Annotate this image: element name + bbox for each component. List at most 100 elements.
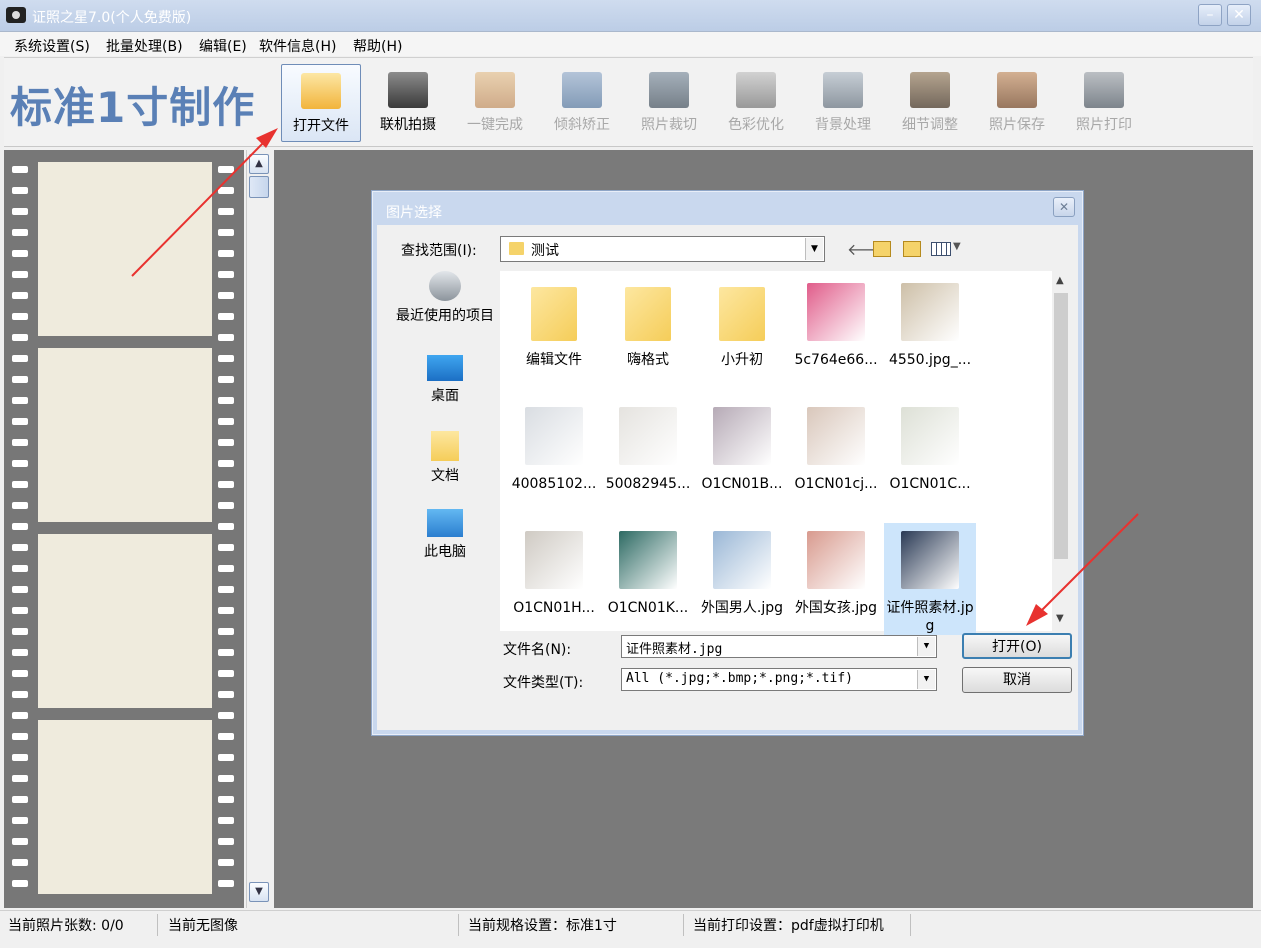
sprocket-hole — [12, 439, 28, 446]
photo-crop-button[interactable]: 照片裁切 — [629, 64, 709, 142]
sprocket-hole — [12, 628, 28, 635]
sprocket-hole — [12, 607, 28, 614]
image-file-item[interactable]: O1CN01C... — [884, 399, 976, 511]
floppy-disk-icon — [997, 72, 1037, 108]
menu-batch-processing[interactable]: 批量处理(B) — [106, 36, 183, 56]
scroll-down-button[interactable]: ▼ — [249, 882, 269, 902]
sprocket-hole — [12, 733, 28, 740]
place-recent[interactable]: 最近使用的项目 — [389, 271, 501, 325]
menu-help[interactable]: 帮助(H) — [353, 36, 402, 56]
sprocket-hole — [12, 271, 28, 278]
close-window-button[interactable]: ✕ — [1227, 4, 1251, 26]
look-in-value: 测试 — [531, 243, 559, 259]
film-frame[interactable] — [38, 534, 212, 708]
image-file-item[interactable]: O1CN01B... — [696, 399, 788, 511]
file-name: 嗨格式 — [627, 352, 669, 368]
menu-system-settings[interactable]: 系统设置(S) — [14, 36, 90, 56]
chevron-down-icon[interactable]: ▼ — [1056, 613, 1064, 624]
sprocket-hole — [218, 649, 234, 656]
image-thumbnail — [807, 407, 865, 465]
sprocket-hole — [12, 796, 28, 803]
chevron-down-icon[interactable]: ▼ — [953, 241, 961, 252]
tool-label: 背景处理 — [815, 117, 871, 133]
camera-capture-button[interactable]: 联机拍摄 — [368, 64, 448, 142]
file-list-scrollbar[interactable]: ▲ ▼ — [1052, 271, 1070, 631]
place-desktop[interactable]: 桌面 — [389, 355, 501, 405]
place-label: 文档 — [431, 468, 459, 484]
chevron-up-icon[interactable]: ▲ — [1056, 275, 1064, 286]
place-this-pc[interactable]: 此电脑 — [389, 509, 501, 561]
chevron-down-icon[interactable]: ▼ — [917, 670, 935, 689]
place-label: 桌面 — [431, 388, 459, 404]
image-file-item[interactable]: 外国女孩.jpg — [790, 523, 882, 635]
sprocket-hole — [12, 754, 28, 761]
detail-adjust-button[interactable]: 细节调整 — [890, 64, 970, 142]
sprocket-hole — [218, 502, 234, 509]
sprocket-hole — [218, 439, 234, 446]
filetype-select[interactable]: All (*.jpg;*.bmp;*.png;*.tif) ▼ — [621, 668, 937, 691]
image-file-item[interactable]: O1CN01H... — [508, 523, 600, 635]
view-menu-icon[interactable] — [931, 242, 951, 256]
scroll-thumb[interactable] — [249, 176, 269, 198]
image-file-item[interactable]: 5c764e66... — [790, 275, 882, 387]
sprocket-hole — [12, 418, 28, 425]
chevron-down-icon[interactable]: ▼ — [917, 637, 935, 656]
sprocket-hole — [218, 628, 234, 635]
one-click-finish-button[interactable]: 一键完成 — [455, 64, 535, 142]
sprocket-hole — [12, 334, 28, 341]
filename-label: 文件名(N): — [503, 642, 572, 658]
open-button[interactable]: 打开(O) — [962, 633, 1072, 659]
file-name: 4550.jpg_... — [888, 352, 972, 368]
scroll-thumb[interactable] — [1054, 293, 1068, 559]
color-optimize-button[interactable]: 色彩优化 — [716, 64, 796, 142]
image-file-item[interactable]: 40085102... — [508, 399, 600, 511]
open-file-button[interactable]: 打开文件 — [281, 64, 361, 142]
place-documents[interactable]: 文档 — [389, 431, 501, 485]
sprocket-hole — [12, 208, 28, 215]
menu-edit[interactable]: 编辑(E) — [199, 36, 247, 56]
sprocket-hole — [218, 250, 234, 257]
tool-label: 色彩优化 — [728, 117, 784, 133]
file-name: 证件照素材.jpg — [886, 600, 974, 634]
mode-title: 标准1寸制作 — [10, 83, 256, 132]
photo-save-button[interactable]: 照片保存 — [977, 64, 1057, 142]
folder-item[interactable]: 编辑文件 — [508, 275, 600, 387]
film-frame[interactable] — [38, 162, 212, 336]
sprocket-hole — [12, 187, 28, 194]
minimize-button[interactable]: – — [1198, 4, 1222, 26]
sprocket-hole — [218, 376, 234, 383]
background-process-button[interactable]: 背景处理 — [803, 64, 883, 142]
look-in-dropdown[interactable]: 测试 ▼ — [500, 236, 825, 262]
image-select-dialog: 图片选择 ✕ 查找范围(I): 测试 ▼ 🡐 ▼ 最近使用的项目 桌面 文档 此… — [371, 190, 1084, 736]
chevron-up-icon: ▲ — [255, 158, 263, 169]
sprocket-hole — [12, 817, 28, 824]
folder-item[interactable]: 小升初 — [696, 275, 788, 387]
image-file-item[interactable]: 证件照素材.jpg — [884, 523, 976, 635]
dialog-close-button[interactable]: ✕ — [1053, 197, 1075, 217]
sprocket-hole — [12, 460, 28, 467]
image-file-item[interactable]: 外国男人.jpg — [696, 523, 788, 635]
chevron-down-icon[interactable]: ▼ — [805, 238, 823, 260]
tilt-correction-button[interactable]: 倾斜矫正 — [542, 64, 622, 142]
film-frame[interactable] — [38, 720, 212, 894]
image-file-item[interactable]: 50082945... — [602, 399, 694, 511]
filename-input[interactable]: 证件照素材.jpg ▼ — [621, 635, 937, 658]
color-sliders-icon — [736, 72, 776, 108]
recent-items-icon — [429, 271, 461, 301]
status-bar: 当前照片张数: 0/0 当前无图像 当前规格设置：标准1寸 当前打印设置：pdf… — [0, 910, 1261, 938]
filmstrip-scrollbar[interactable]: ▲ ▼ — [246, 150, 270, 908]
image-file-item[interactable]: 4550.jpg_... — [884, 275, 976, 387]
sprocket-hole — [12, 250, 28, 257]
cancel-button[interactable]: 取消 — [962, 667, 1072, 693]
film-frame[interactable] — [38, 348, 212, 522]
image-file-item[interactable]: O1CN01cj... — [790, 399, 882, 511]
scroll-up-button[interactable]: ▲ — [249, 154, 269, 174]
look-in-label: 查找范围(I): — [401, 243, 477, 259]
folder-item[interactable]: 嗨格式 — [602, 275, 694, 387]
photo-print-button[interactable]: 照片打印 — [1064, 64, 1144, 142]
menu-software-info[interactable]: 软件信息(H) — [259, 36, 336, 56]
up-folder-icon[interactable] — [873, 241, 891, 257]
image-file-item[interactable]: O1CN01K... — [602, 523, 694, 635]
sprocket-hole — [12, 565, 28, 572]
new-folder-icon[interactable] — [903, 241, 921, 257]
